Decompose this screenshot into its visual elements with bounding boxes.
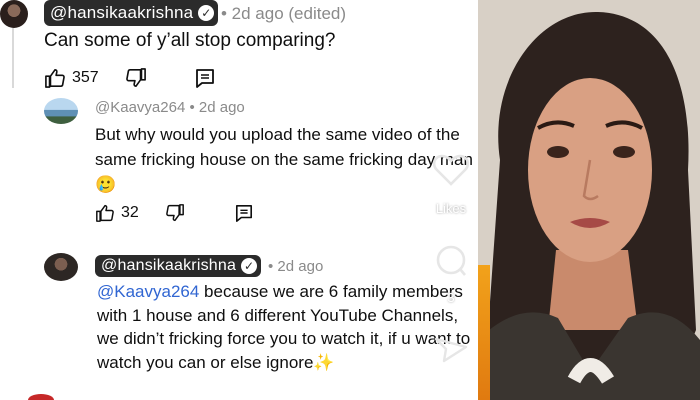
comment-bubble-icon — [436, 245, 466, 276]
share-arrow-icon — [434, 337, 468, 363]
like-button[interactable]: 357 — [44, 68, 99, 88]
share-overlay[interactable] — [434, 335, 468, 370]
avatar[interactable] — [44, 98, 78, 124]
comment-actions: 32 — [95, 204, 279, 222]
verified-check-icon: ✓ — [241, 258, 258, 274]
comment-text: @Kaavya264 because we are 6 family membe… — [97, 280, 478, 374]
thumbs-up-icon — [96, 204, 114, 222]
comment-text: Can some of y’all stop comparing? — [44, 30, 336, 51]
avatar[interactable] — [0, 0, 28, 28]
comment-count: 3 — [447, 290, 455, 305]
comment-time: • 2d ago — [189, 99, 245, 116]
thread-line — [12, 26, 14, 88]
comment-meta: • 2d ago — [268, 258, 324, 275]
avatar[interactable] — [44, 253, 78, 281]
comment-actions: 357 — [44, 68, 241, 88]
likes-label: Likes — [435, 201, 467, 216]
verified-check-icon: ✓ — [198, 5, 215, 21]
like-count: 32 — [121, 204, 139, 221]
author-name[interactable]: @Kaavya264 — [95, 99, 185, 116]
mention-link[interactable]: @Kaavya264 — [97, 282, 199, 301]
comment-text: But why would you upload the same video … — [95, 125, 473, 194]
comment-meta: • 2d ago (edited) — [221, 4, 347, 23]
author-handle[interactable]: @hansikaakrishna ✓ — [95, 255, 262, 277]
dislike-button[interactable] — [125, 68, 147, 88]
dislike-button[interactable] — [165, 204, 185, 222]
author-name: @hansikaakrishna — [50, 3, 194, 22]
reply-button[interactable] — [235, 204, 253, 222]
like-overlay[interactable]: Likes — [431, 154, 471, 216]
video-frame[interactable] — [478, 0, 700, 400]
heart-icon — [432, 154, 470, 186]
person-video-image — [478, 0, 700, 400]
video-edge-strip — [478, 265, 490, 400]
reply-icon — [195, 69, 214, 88]
comment-overlay[interactable]: 3 — [433, 245, 469, 305]
reply-button[interactable] — [195, 68, 215, 88]
reply-icon — [235, 204, 252, 222]
comments-panel: @hansikaakrishna ✓ • 2d ago (edited) Can… — [0, 0, 478, 400]
thumbs-down-icon — [125, 68, 146, 87]
like-count: 357 — [72, 69, 99, 86]
avatar[interactable] — [28, 394, 54, 400]
author-handle[interactable]: @hansikaakrishna ✓ — [44, 0, 219, 26]
thumbs-up-icon — [45, 69, 65, 88]
thumbs-down-icon — [165, 204, 184, 222]
author-name: @hansikaakrishna — [101, 257, 237, 274]
comment-meta: @Kaavya264 • 2d ago — [95, 99, 245, 116]
like-button[interactable]: 32 — [95, 204, 139, 222]
